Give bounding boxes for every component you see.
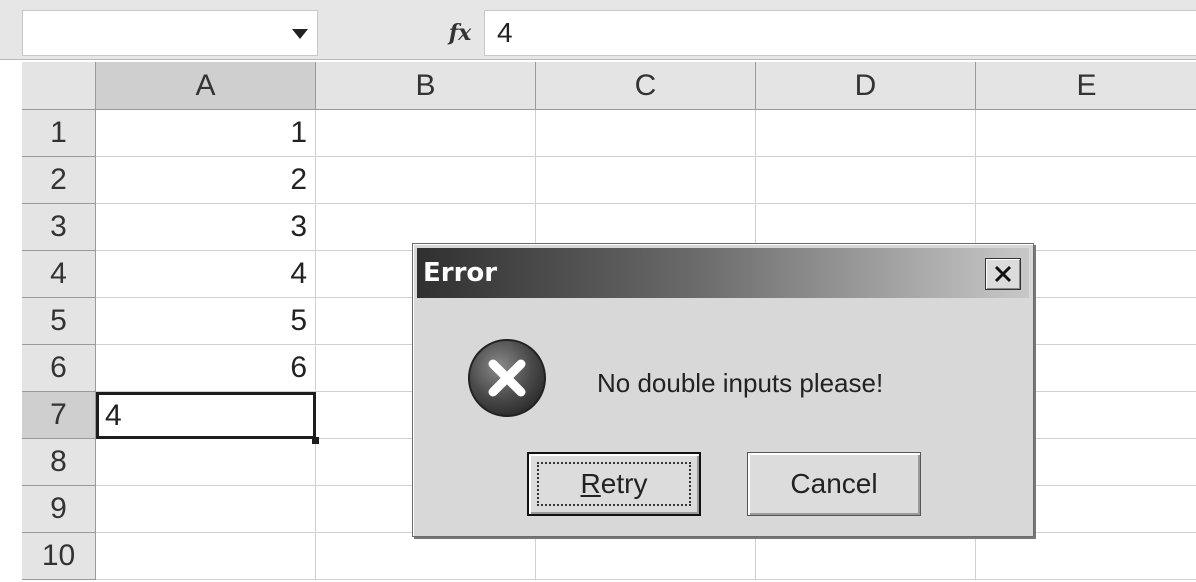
column-header-a[interactable]: A [96, 62, 316, 110]
retry-button[interactable]: Retry [527, 452, 701, 516]
row-header-5[interactable]: 5 [22, 298, 96, 345]
cell-a3[interactable]: 3 [96, 204, 316, 251]
row-header-2[interactable]: 2 [22, 157, 96, 204]
row-header-6[interactable]: 6 [22, 345, 96, 392]
row-header-9[interactable]: 9 [22, 486, 96, 533]
row-header-3[interactable]: 3 [22, 204, 96, 251]
column-header-d[interactable]: D [756, 62, 976, 110]
cell-a9[interactable] [96, 486, 316, 533]
cell-a2[interactable]: 2 [96, 157, 316, 204]
cancel-button[interactable]: Cancel [747, 452, 921, 516]
dialog-titlebar[interactable]: Error [417, 248, 1029, 298]
cell-c10[interactable] [536, 533, 756, 580]
dialog-message: No double inputs please! [597, 368, 884, 398]
cell-e10[interactable] [976, 533, 1196, 580]
dialog-title: Error [423, 258, 498, 288]
cell-c1[interactable] [536, 110, 756, 157]
error-x-icon [468, 339, 546, 417]
name-box[interactable] [22, 10, 318, 56]
row-header-4[interactable]: 4 [22, 251, 96, 298]
fx-label: fx [448, 20, 472, 46]
cell-a6[interactable]: 6 [96, 345, 316, 392]
close-icon [994, 265, 1012, 283]
column-header-c[interactable]: C [536, 62, 756, 110]
formula-input[interactable]: 4 [484, 10, 1196, 56]
retry-accelerator: R [580, 468, 601, 499]
cell-d1[interactable] [756, 110, 976, 157]
formula-bar: fx 4 [0, 0, 1196, 60]
cell-c2[interactable] [536, 157, 756, 204]
function-icon[interactable]: fx [440, 14, 480, 52]
cell-b1[interactable] [316, 110, 536, 157]
cell-d10[interactable] [756, 533, 976, 580]
cell-a4[interactable]: 4 [96, 251, 316, 298]
cell-b2[interactable] [316, 157, 536, 204]
row-header-1[interactable]: 1 [22, 110, 96, 157]
select-all-corner[interactable] [22, 62, 96, 110]
cell-a10[interactable] [96, 533, 316, 580]
retry-label: etry [600, 468, 648, 499]
cell-d2[interactable] [756, 157, 976, 204]
column-header-e[interactable]: E [976, 62, 1196, 110]
cell-a8[interactable] [96, 439, 316, 486]
cell-a5[interactable]: 5 [96, 298, 316, 345]
cell-a7[interactable]: 4 [96, 392, 316, 439]
row-header-7[interactable]: 7 [22, 392, 96, 439]
column-header-b[interactable]: B [316, 62, 536, 110]
cell-b10[interactable] [316, 533, 536, 580]
chevron-down-icon[interactable] [289, 23, 311, 45]
cell-a1[interactable]: 1 [96, 110, 316, 157]
fill-handle[interactable] [312, 437, 319, 444]
close-button[interactable] [985, 258, 1021, 290]
cell-e2[interactable] [976, 157, 1196, 204]
cell-e1[interactable] [976, 110, 1196, 157]
row-header-8[interactable]: 8 [22, 439, 96, 486]
error-dialog: Error No double inputs please! Retry Can… [412, 243, 1034, 537]
row-header-10[interactable]: 10 [22, 533, 96, 580]
